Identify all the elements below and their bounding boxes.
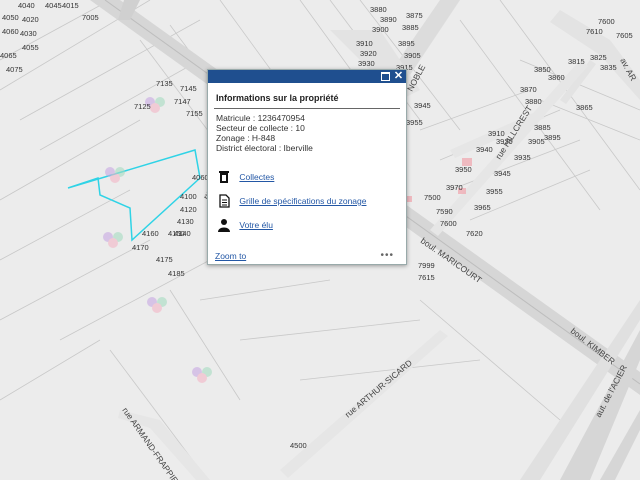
address-label: 7147 (174, 97, 191, 106)
address-label: 7600 (598, 17, 615, 26)
address-label: 4075 (6, 65, 23, 74)
address-label: 7610 (586, 27, 603, 36)
address-label: 3815 (568, 57, 585, 66)
more-options-button[interactable]: ••• (380, 250, 394, 261)
address-label: 7590 (436, 207, 453, 216)
address-label: 4020 (22, 15, 39, 24)
address-label: 3940 (476, 145, 493, 154)
matricule-text: Matricule : 1236470954 (216, 113, 305, 123)
zoom-to-link[interactable]: Zoom to (215, 251, 246, 261)
address-label: 4055 (22, 43, 39, 52)
person-icon (218, 219, 230, 232)
address-label: 4185 (168, 269, 185, 278)
address-label: 4045 (45, 1, 62, 10)
address-label: 3950 (455, 165, 472, 174)
address-label: 4065 (0, 51, 17, 60)
address-label: 4160 (142, 229, 159, 238)
address-label: 3880 (370, 5, 387, 14)
collectes-row: Collectes (217, 170, 274, 184)
property-details: Matricule : 1236470954 Secteur de collec… (216, 113, 406, 153)
address-label: 3825 (590, 53, 607, 62)
address-label: 4150 (168, 229, 185, 238)
address-label: 3910 (356, 39, 373, 48)
address-label: 3945 (494, 169, 511, 178)
address-label: 7999 (418, 261, 435, 270)
address-label: 7500 (424, 193, 441, 202)
address-label: 3900 (372, 25, 389, 34)
popup-titlebar: ✕ (208, 70, 406, 83)
popup-title: Informations sur la propriété (216, 93, 339, 103)
address-label: 3880 (525, 97, 542, 106)
address-label: 3965 (474, 203, 491, 212)
address-label: 7145 (180, 84, 197, 93)
secteur-text: Secteur de collecte : 10 (216, 123, 305, 133)
address-label: 3885 (534, 123, 551, 132)
address-label: 3875 (406, 11, 423, 20)
address-label: 4100 (180, 192, 197, 201)
address-label: 4030 (20, 29, 37, 38)
address-label: 3895 (398, 39, 415, 48)
address-label: 3865 (576, 103, 593, 112)
address-label: 3885 (402, 23, 419, 32)
address-label: 3890 (380, 15, 397, 24)
close-icon[interactable]: ✕ (393, 71, 404, 82)
address-label: 4130 (177, 217, 194, 226)
address-label: 3970 (446, 183, 463, 192)
address-label: 4060 (2, 27, 19, 36)
popup-divider (214, 108, 400, 109)
address-label: 7600 (440, 219, 457, 228)
address-label: 3955 (406, 118, 423, 127)
address-label: 3870 (520, 85, 537, 94)
address-label: 3945 (414, 101, 431, 110)
address-label: 7155 (186, 109, 203, 118)
address-label: 3930 (358, 59, 375, 68)
address-label: 3905 (404, 51, 421, 60)
district-text: District électoral : Iberville (216, 143, 313, 153)
address-label: 3835 (600, 63, 617, 72)
address-label: 4050 (2, 13, 19, 22)
property-info-popup[interactable]: ✕ Informations sur la propriété Matricul… (207, 69, 407, 265)
trash-bin-icon (219, 171, 229, 183)
address-label: 4500 (290, 441, 307, 450)
zonage-grid-row: Grille de spécifications du zonage (217, 194, 366, 208)
document-icon (219, 194, 230, 208)
maximize-icon[interactable] (380, 71, 391, 82)
address-label: 4175 (156, 255, 173, 264)
address-label: 7615 (418, 273, 435, 282)
zonage-text: Zonage : H-848 (216, 133, 276, 143)
elu-row: Votre élu (217, 218, 273, 232)
zonage-grid-link[interactable]: Grille de spécifications du zonage (239, 196, 366, 206)
address-label: 4040 (18, 1, 35, 10)
address-label: 7135 (156, 79, 173, 88)
address-label: 7005 (82, 13, 99, 22)
address-label: 3955 (486, 187, 503, 196)
address-label: 4015 (62, 1, 79, 10)
address-label: 3905 (528, 137, 545, 146)
address-label: 7620 (466, 229, 483, 238)
address-label: 3895 (544, 133, 561, 142)
address-label: 7605 (616, 31, 633, 40)
address-label: 4170 (132, 243, 149, 252)
collectes-link[interactable]: Collectes (239, 172, 274, 182)
votre-elu-link[interactable]: Votre élu (239, 220, 273, 230)
address-label: 3935 (514, 153, 531, 162)
address-label: 3920 (360, 49, 377, 58)
address-label: 4120 (180, 205, 197, 214)
address-label: 7125 (134, 102, 151, 111)
address-label: 3860 (548, 73, 565, 82)
